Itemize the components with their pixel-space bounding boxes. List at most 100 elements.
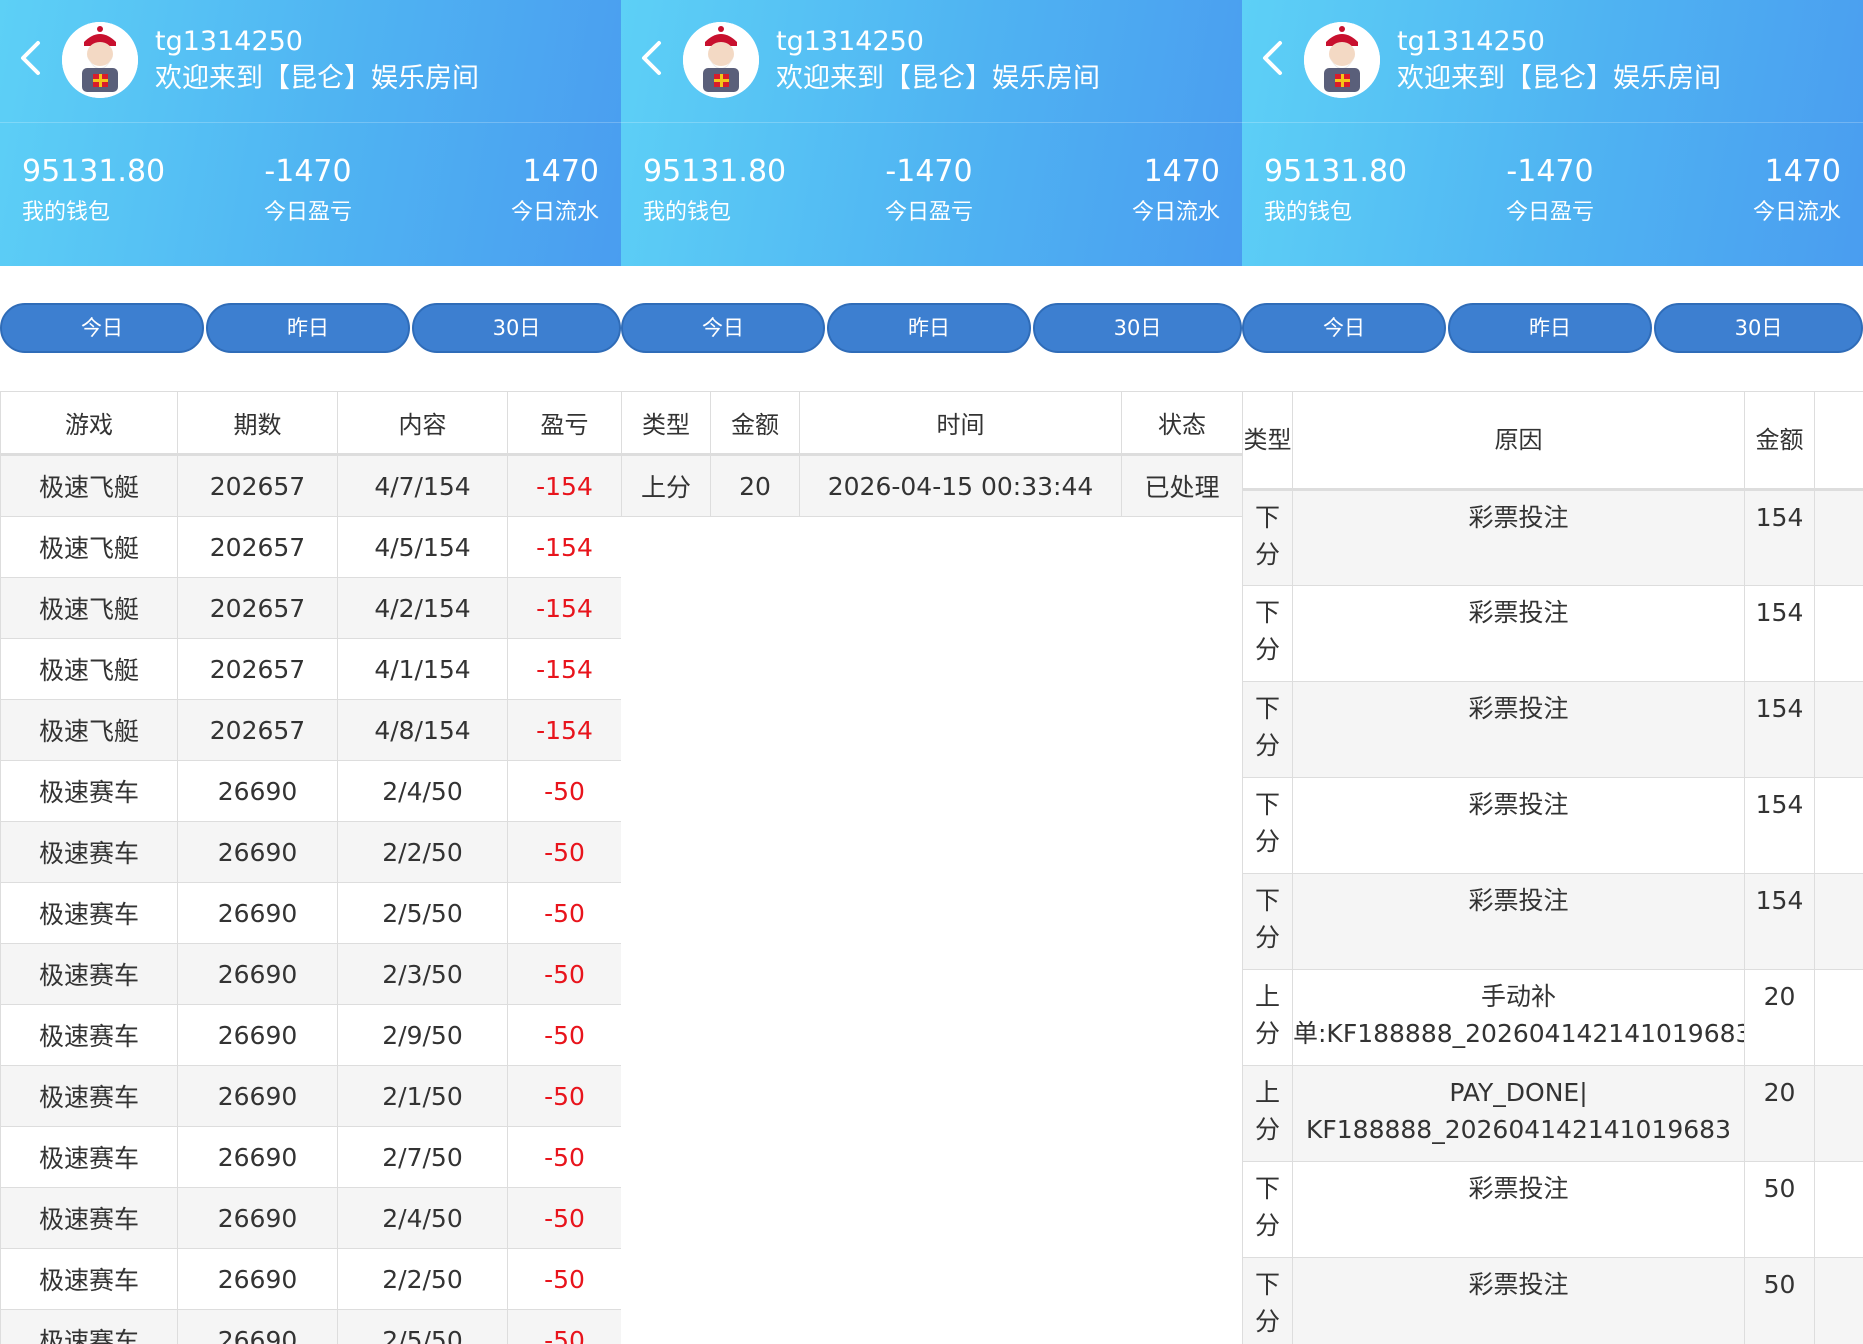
record-type: 上分 bbox=[1242, 1065, 1293, 1162]
column-header-type: 类型 bbox=[1242, 391, 1293, 491]
table-row: 极速赛车 26690 2/5/50 -50 bbox=[0, 882, 621, 944]
period-number: 26690 bbox=[177, 760, 338, 822]
record-reason: 彩票投注 bbox=[1292, 489, 1745, 586]
deposit-records-table: 类型 金额 时间 状态 上分 20 2026-04-15 00:33:44 已处理 bbox=[621, 391, 1242, 517]
stat-value: -1470 bbox=[1506, 154, 1594, 189]
date-range-tabs: 今日 昨日 30日 bbox=[0, 303, 621, 353]
stat-label: 今日流水 bbox=[510, 200, 599, 225]
reason-line: 手动补 bbox=[1480, 982, 1556, 1011]
column-header-type: 类型 bbox=[621, 391, 711, 456]
stat-label: 今日流水 bbox=[1752, 200, 1841, 225]
game-name: 极速赛车 bbox=[0, 821, 178, 883]
avatar-icon bbox=[1304, 22, 1380, 98]
table-row: 下分 彩票投注 5020210 bbox=[1242, 1161, 1863, 1258]
time-line: 202 bbox=[1816, 978, 1863, 1015]
game-name: 极速飞艇 bbox=[0, 516, 178, 578]
period-number: 202657 bbox=[177, 454, 338, 517]
record-amount: 154 bbox=[1744, 681, 1815, 778]
time-line: 202 bbox=[1816, 786, 1863, 823]
record-type: 下分 bbox=[1242, 873, 1293, 970]
game-name: 极速飞艇 bbox=[0, 638, 178, 700]
profit-value: -50 bbox=[507, 821, 621, 883]
bet-records-table: 游戏 期数 内容 盈亏 极速飞艇 202657 4/7/154 -154 极速飞艇 202657 4… bbox=[0, 391, 621, 1344]
reason-line: 彩票投注 bbox=[1468, 790, 1569, 819]
header-divider bbox=[1242, 122, 1863, 123]
record-time: 20200 bbox=[1814, 585, 1863, 682]
profit-value: -50 bbox=[507, 882, 621, 944]
time-line: 202 bbox=[1816, 594, 1863, 631]
stat-value: 1470 bbox=[522, 154, 599, 189]
profit-value: -154 bbox=[507, 638, 621, 700]
table-row: 极速赛车 26690 2/4/50 -50 bbox=[0, 1187, 621, 1249]
date-range-tabs: 今日 昨日 30日 bbox=[1242, 303, 1863, 353]
profit-value: -154 bbox=[507, 454, 621, 517]
panel-ledger-records: tg1314250 欢迎来到【昆仑】娱乐房间 95131.80 我的钱包 -14… bbox=[1242, 0, 1863, 1344]
tab-yesterday[interactable]: 昨日 bbox=[827, 303, 1031, 353]
tab-30-days[interactable]: 30日 bbox=[1033, 303, 1242, 353]
avatar-icon bbox=[62, 22, 138, 98]
table-row: 极速赛车 26690 2/5/50 -50 bbox=[0, 1309, 621, 1344]
time-line: 00 bbox=[1816, 823, 1863, 860]
reason-line: 彩票投注 bbox=[1468, 1174, 1569, 1203]
username: tg1314250 bbox=[1397, 26, 1545, 57]
stat-value: -1470 bbox=[885, 154, 973, 189]
stat-value: 95131.80 bbox=[643, 154, 787, 189]
record-type: 下分 bbox=[1242, 489, 1293, 586]
period-number: 202657 bbox=[177, 577, 338, 639]
game-name: 极速赛车 bbox=[0, 943, 178, 1005]
period-number: 26690 bbox=[177, 1065, 338, 1127]
reason-line: PAY_DONE| bbox=[1449, 1078, 1588, 1107]
table-row: 上分 PAY_DONE| KF188888_202604142141019683 20… bbox=[1242, 1065, 1863, 1162]
header-divider bbox=[0, 122, 621, 123]
record-reason: 彩票投注 bbox=[1292, 681, 1745, 778]
avatar bbox=[1304, 22, 1380, 98]
avatar-icon bbox=[683, 22, 759, 98]
ledger-table: 类型原因金额时间下分彩票投注15420200下分彩票投注15420200下分彩票… bbox=[1242, 391, 1863, 1344]
table-row: 上分手动补单:KF188888_202604142141019683202020… bbox=[1242, 969, 1863, 1066]
stat-value: 1470 bbox=[1764, 154, 1841, 189]
tab-yesterday[interactable]: 昨日 bbox=[1448, 303, 1652, 353]
time-line: 202 bbox=[1816, 1170, 1863, 1207]
header-divider bbox=[621, 122, 1242, 123]
profit-value: -50 bbox=[507, 1248, 621, 1310]
record-reason: 彩票投注 bbox=[1292, 873, 1745, 970]
record-type: 下分 bbox=[1242, 777, 1293, 874]
record-reason: 手动补 单:KF188888_202604142141019683 bbox=[1292, 969, 1745, 1066]
table-row: 极速飞艇 202657 4/2/154 -154 bbox=[0, 577, 621, 639]
account-header: tg1314250 欢迎来到【昆仑】娱乐房间 95131.80 我的钱包 -14… bbox=[0, 0, 621, 266]
table-row: 极速赛车 26690 2/2/50 -50 bbox=[0, 821, 621, 883]
time-line: 00 bbox=[1816, 919, 1863, 956]
bet-content: 2/7/50 bbox=[337, 1126, 508, 1188]
record-status: 已处理 bbox=[1121, 454, 1242, 517]
profit-value: -154 bbox=[507, 577, 621, 639]
profit-value: -50 bbox=[507, 760, 621, 822]
game-name: 极速赛车 bbox=[0, 1187, 178, 1249]
stat-value: 95131.80 bbox=[1264, 154, 1408, 189]
profit-value: -50 bbox=[507, 1309, 621, 1344]
record-reason: PAY_DONE| KF188888_202604142141019683 bbox=[1292, 1065, 1745, 1162]
tab-today[interactable]: 今日 bbox=[1242, 303, 1446, 353]
reason-line: 彩票投注 bbox=[1468, 598, 1569, 627]
record-amount: 20 bbox=[1744, 969, 1815, 1066]
record-amount: 20 bbox=[710, 454, 800, 517]
time-line: 00 bbox=[1816, 1111, 1863, 1148]
time-line: 202 bbox=[1816, 499, 1863, 536]
back-arrow-icon[interactable] bbox=[1256, 38, 1290, 78]
tab-today[interactable]: 今日 bbox=[621, 303, 825, 353]
game-name: 极速赛车 bbox=[0, 1126, 178, 1188]
tab-30-days[interactable]: 30日 bbox=[412, 303, 621, 353]
period-number: 202657 bbox=[177, 516, 338, 578]
record-time: 2026-04-15 00:33:44 bbox=[799, 454, 1122, 517]
table-row: 上分 20 2026-04-15 00:33:44 已处理 bbox=[621, 454, 1242, 517]
back-arrow-icon[interactable] bbox=[14, 38, 48, 78]
tab-yesterday[interactable]: 昨日 bbox=[206, 303, 410, 353]
period-number: 202657 bbox=[177, 638, 338, 700]
stat-today-turnover: 1470 今日流水 bbox=[1753, 152, 1841, 228]
stat-label: 我的钱包 bbox=[643, 200, 732, 225]
stat-label: 今日盈亏 bbox=[884, 200, 973, 225]
record-type: 下分 bbox=[1242, 681, 1293, 778]
back-arrow-icon[interactable] bbox=[635, 38, 669, 78]
tab-today[interactable]: 今日 bbox=[0, 303, 204, 353]
record-time: 20210 bbox=[1814, 1161, 1863, 1258]
tab-30-days[interactable]: 30日 bbox=[1654, 303, 1863, 353]
